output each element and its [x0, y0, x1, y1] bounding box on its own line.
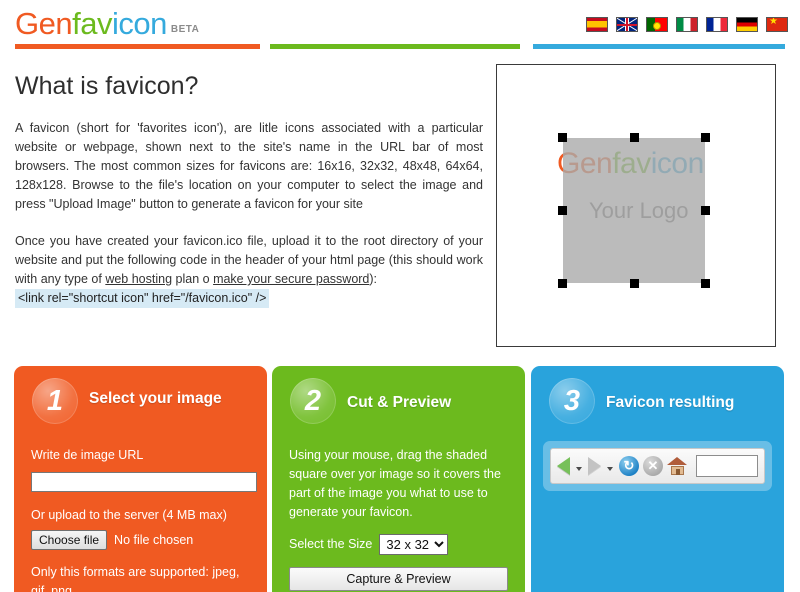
back-history-chevron-down-icon[interactable]: [576, 467, 582, 471]
address-bar[interactable]: [696, 455, 758, 477]
capture-preview-button[interactable]: Capture & Preview: [289, 567, 508, 591]
step-1-header: 1 Select your image: [14, 366, 267, 424]
logo-text-gen: Gen: [15, 6, 73, 41]
step-3-number-badge: 3: [549, 378, 595, 424]
image-url-label: Write de image URL: [31, 448, 144, 462]
portugal-flag[interactable]: [646, 17, 668, 32]
secure-password-link[interactable]: make your secure password: [213, 272, 369, 286]
step-2-number-badge: 2: [290, 378, 336, 424]
divider-bar-blue: [533, 44, 785, 49]
logo-text-icon: icon: [111, 6, 167, 41]
upload-server-label: Or upload to the server (4 MB max): [31, 508, 227, 522]
image-preview-canvas[interactable]: Genfavicon Your Logo: [496, 64, 776, 347]
logo-beta-tag: BETA: [170, 24, 200, 35]
italy-flag[interactable]: [676, 17, 698, 32]
header-divider-bars: [0, 44, 800, 50]
file-chosen-status: No file chosen: [114, 532, 194, 547]
cut-preview-instructions: Using your mouse, drag the shaded square…: [289, 448, 501, 519]
step-2-title: Cut & Preview: [347, 394, 452, 411]
back-arrow-icon[interactable]: [557, 457, 570, 475]
file-upload-row: Choose file No file chosen: [31, 530, 250, 550]
divider-bar-orange: [15, 44, 260, 49]
crop-handle-top-left[interactable]: [558, 133, 567, 142]
step-2-body: Using your mouse, drag the shaded square…: [272, 446, 525, 591]
crop-handle-middle-left[interactable]: [558, 206, 567, 215]
step-panel-select-image: 1 Select your image Write de image URL O…: [14, 366, 267, 592]
step-1-title: Select your image: [89, 390, 222, 407]
step-1-body: Write de image URL Or upload to the serv…: [14, 446, 267, 592]
site-logo[interactable]: Genfavicon BETA: [15, 6, 199, 42]
crop-handle-middle-right[interactable]: [701, 206, 710, 215]
stop-icon[interactable]: ✕: [643, 456, 663, 476]
step-panel-favicon-resulting: 3 Favicon resulting ↻ ✕: [531, 366, 784, 592]
language-flag-list: [586, 17, 788, 32]
paragraph-what-is-favicon: A favicon (short for 'favorites icon'), …: [15, 121, 483, 211]
france-flag[interactable]: [706, 17, 728, 32]
size-select-row: Select the Size 32 x 32: [289, 534, 508, 555]
intro-copy: What is favicon? A favicon (short for 'f…: [15, 72, 483, 326]
forward-arrow-icon[interactable]: [588, 457, 601, 475]
step-2-header: 2 Cut & Preview: [272, 366, 525, 424]
paragraph-usage-instructions: Once you have created your favicon.ico f…: [15, 232, 483, 308]
uk-flag[interactable]: [616, 17, 638, 32]
home-icon[interactable]: [667, 456, 688, 476]
favicon-size-select[interactable]: 32 x 32: [379, 534, 449, 555]
crop-handle-top-center[interactable]: [630, 133, 639, 142]
image-url-input[interactable]: [31, 472, 257, 492]
china-flag[interactable]: [766, 17, 788, 32]
usage-text-part-2: plan o: [172, 272, 214, 286]
reload-icon[interactable]: ↻: [619, 456, 639, 476]
forward-history-chevron-down-icon[interactable]: [607, 467, 613, 471]
browser-preview-mock: ↻ ✕: [543, 441, 772, 491]
browser-toolbar: ↻ ✕: [550, 448, 765, 484]
spain-flag[interactable]: [586, 17, 608, 32]
divider-bar-green: [270, 44, 520, 49]
step-panel-cut-preview: 2 Cut & Preview Using your mouse, drag t…: [272, 366, 525, 592]
crop-handle-bottom-center[interactable]: [630, 279, 639, 288]
size-select-label: Select the Size: [289, 537, 373, 551]
crop-selection-box[interactable]: [558, 133, 710, 288]
germany-flag[interactable]: [736, 17, 758, 32]
logo-text-fav: fav: [72, 6, 112, 41]
choose-file-button[interactable]: Choose file: [31, 530, 108, 550]
crop-handle-bottom-right[interactable]: [701, 279, 710, 288]
favicon-code-snippet[interactable]: <link rel="shortcut icon" href="/favicon…: [15, 289, 270, 308]
site-header: Genfavicon BETA: [0, 0, 800, 56]
step-1-number-badge: 1: [32, 378, 78, 424]
supported-formats-note: Only this formats are supported: jpeg, g…: [31, 565, 240, 592]
step-3-header: 3 Favicon resulting: [531, 366, 784, 424]
crop-handle-bottom-left[interactable]: [558, 279, 567, 288]
page-title: What is favicon?: [15, 72, 199, 100]
web-hosting-link[interactable]: web hosting: [105, 272, 172, 286]
crop-handle-top-right[interactable]: [701, 133, 710, 142]
usage-text-part-3: ):: [369, 272, 378, 286]
step-3-title: Favicon resulting: [606, 394, 735, 411]
